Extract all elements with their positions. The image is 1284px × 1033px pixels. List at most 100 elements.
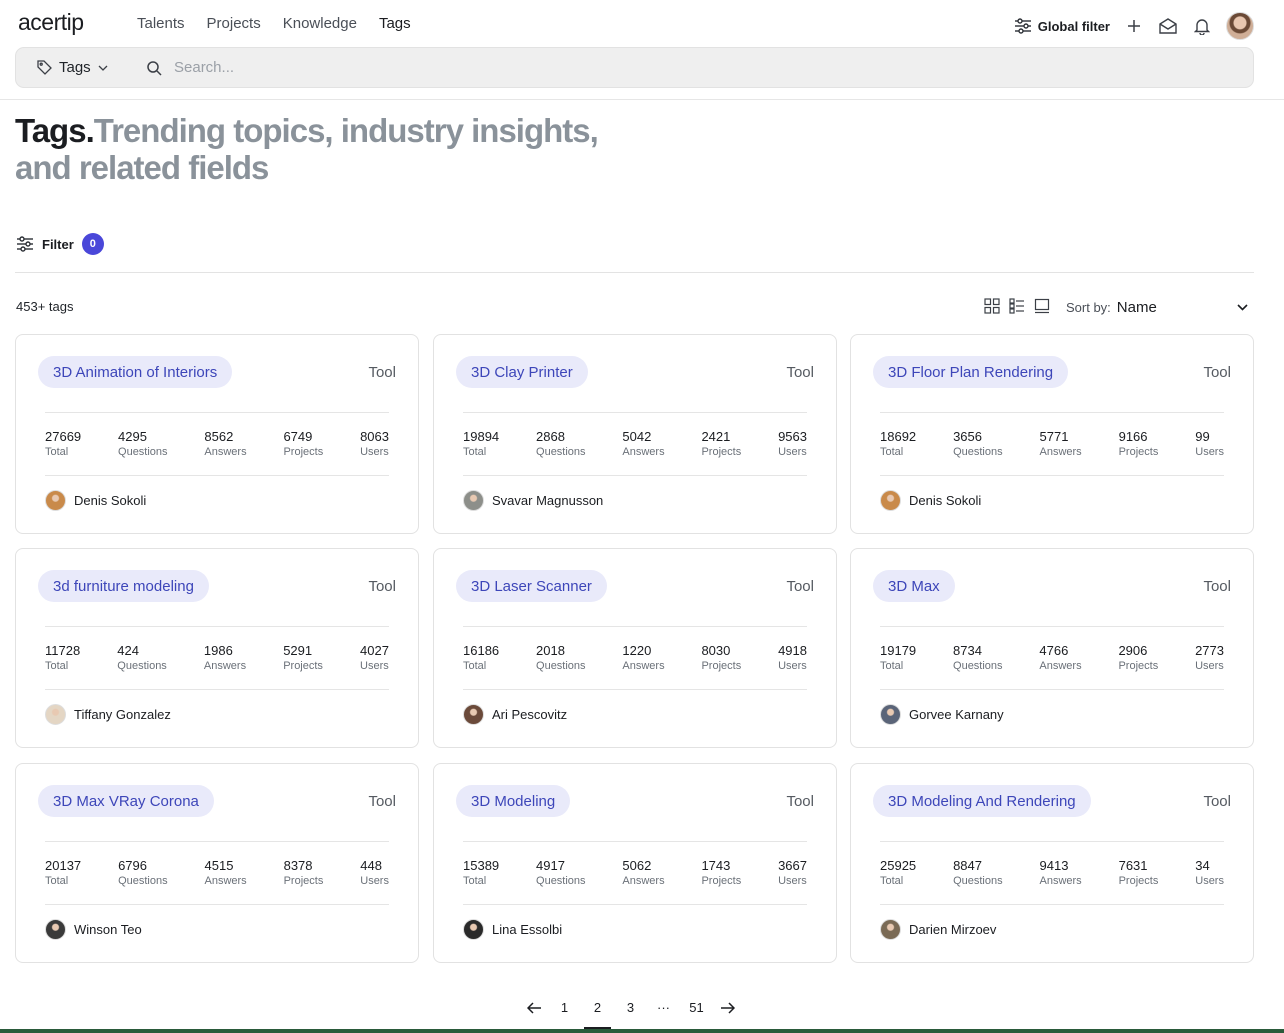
global-filter-button[interactable]: Global filter: [1014, 18, 1110, 34]
next-page-button[interactable]: [713, 1002, 741, 1014]
tag-pill[interactable]: 3D Modeling And Rendering: [873, 785, 1091, 817]
tag-card[interactable]: 3d furniture modeling Tool 11728 Total 4…: [15, 548, 419, 748]
tag-stats: 19179 Total 8734 Questions 4766 Answers …: [880, 643, 1224, 673]
stat-value: 9413: [1039, 858, 1069, 873]
stat-questions: 2018 Questions: [536, 643, 586, 673]
stat-questions: 4295 Questions: [118, 429, 168, 459]
divider: [45, 475, 389, 476]
tag-owner[interactable]: Ari Pescovitz: [463, 704, 567, 725]
nav-projects[interactable]: Projects: [207, 15, 261, 32]
stat-total: 18692 Total: [880, 429, 916, 459]
search-input[interactable]: [174, 59, 774, 76]
tag-stats: 25925 Total 8847 Questions 9413 Answers …: [880, 858, 1224, 888]
list-view-icon[interactable]: [1009, 298, 1025, 314]
stat-label: Projects: [1118, 660, 1159, 672]
tag-card[interactable]: 3D Max VRay Corona Tool 20137 Total 6796…: [15, 763, 419, 963]
grid-view-icon[interactable]: [984, 298, 1000, 314]
tag-owner[interactable]: Denis Sokoli: [45, 490, 146, 511]
stat-label: Questions: [536, 660, 586, 672]
tag-owner[interactable]: Gorvee Karnany: [880, 704, 1004, 725]
nav-talents[interactable]: Talents: [137, 15, 185, 32]
avatar: [880, 490, 901, 511]
stat-label: Projects: [1118, 446, 1159, 458]
card-view-icon[interactable]: [1034, 298, 1050, 314]
tag-card[interactable]: 3D Modeling Tool 15389 Total 4917 Questi…: [433, 763, 837, 963]
notifications-button[interactable]: [1192, 16, 1212, 36]
tag-pill[interactable]: 3D Animation of Interiors: [38, 356, 233, 388]
page-ellipsis: ···: [657, 1000, 670, 1015]
stat-value: 4515: [204, 858, 234, 873]
tag-card[interactable]: 3D Floor Plan Rendering Tool 18692 Total…: [850, 334, 1254, 534]
stat-value: 1220: [622, 643, 652, 658]
tag-pill[interactable]: 3D Modeling: [456, 785, 571, 817]
page-button[interactable]: 3: [614, 997, 647, 1019]
tag-type: Tool: [1203, 578, 1231, 595]
tag-owner[interactable]: Svavar Magnusson: [463, 490, 603, 511]
avatar: [45, 490, 66, 511]
stat-label: Users: [360, 875, 389, 887]
divider: [463, 475, 807, 476]
logo[interactable]: acertip: [18, 9, 84, 36]
tag-pill[interactable]: 3D Floor Plan Rendering: [873, 356, 1069, 388]
stat-value: 99: [1195, 429, 1210, 444]
sort-dropdown[interactable]: Sort by: Name: [1066, 299, 1248, 316]
stat-projects: 6749 Projects: [283, 429, 323, 459]
stat-users: 2773 Users: [1195, 643, 1224, 673]
messages-button[interactable]: [1158, 16, 1178, 36]
tag-type: Tool: [786, 364, 814, 381]
page-button[interactable]: 51: [680, 997, 713, 1019]
tag-pill[interactable]: 3D Max VRay Corona: [38, 785, 214, 817]
tag-stats: 19894 Total 2868 Questions 5042 Answers …: [463, 429, 807, 459]
result-count: 453+ tags: [16, 299, 74, 314]
stat-value: 4918: [778, 643, 807, 658]
owner-name: Tiffany Gonzalez: [74, 707, 171, 722]
tag-owner[interactable]: Darien Mirzoev: [880, 919, 996, 940]
tag-owner[interactable]: Tiffany Gonzalez: [45, 704, 171, 725]
stat-label: Total: [45, 446, 69, 458]
stat-label: Users: [360, 446, 389, 458]
tag-owner[interactable]: Denis Sokoli: [880, 490, 981, 511]
prev-page-button[interactable]: [520, 1002, 548, 1014]
tag-card[interactable]: 3D Clay Printer Tool 19894 Total 2868 Qu…: [433, 334, 837, 534]
tag-pill[interactable]: 3D Clay Printer: [456, 356, 588, 388]
search-scope-dropdown[interactable]: Tags: [16, 59, 140, 76]
sort-value: Name: [1116, 299, 1157, 316]
user-avatar[interactable]: [1226, 12, 1254, 40]
global-filter-label: Global filter: [1037, 18, 1110, 34]
tag-pill[interactable]: 3D Max: [873, 570, 955, 602]
tag-pill[interactable]: 3D Laser Scanner: [456, 570, 607, 602]
stat-value: 9563: [778, 429, 807, 444]
stat-label: Answers: [622, 875, 665, 887]
avatar: [880, 919, 901, 940]
stat-users: 99 Users: [1195, 429, 1224, 459]
tag-owner[interactable]: Winson Teo: [45, 919, 142, 940]
divider: [45, 689, 389, 690]
stat-label: Answers: [204, 875, 247, 887]
tag-pill[interactable]: 3d furniture modeling: [38, 570, 209, 602]
page-button[interactable]: 1: [548, 997, 581, 1019]
sliders-icon: [1014, 18, 1031, 34]
filter-button[interactable]: Filter 0: [16, 233, 104, 255]
stat-value: 3656: [953, 429, 982, 444]
stat-projects: 1743 Projects: [701, 858, 741, 888]
stat-label: Users: [778, 446, 807, 458]
stat-value: 1743: [701, 858, 731, 873]
tag-card[interactable]: 3D Modeling And Rendering Tool 25925 Tot…: [850, 763, 1254, 963]
page-button-current[interactable]: 2: [581, 997, 614, 1029]
stat-value: 8378: [283, 858, 313, 873]
chevron-down-icon: [98, 65, 108, 71]
stat-label: Questions: [953, 446, 1003, 458]
stat-label: Answers: [1039, 446, 1082, 458]
mail-open-icon: [1159, 18, 1177, 34]
tag-card[interactable]: 3D Animation of Interiors Tool 27669 Tot…: [15, 334, 419, 534]
search-field: [140, 48, 1253, 87]
tag-card[interactable]: 3D Laser Scanner Tool 16186 Total 2018 Q…: [433, 548, 837, 748]
nav-knowledge[interactable]: Knowledge: [283, 15, 357, 32]
tag-card[interactable]: 3D Max Tool 19179 Total 8734 Questions 4…: [850, 548, 1254, 748]
tag-owner[interactable]: Lina Essolbi: [463, 919, 562, 940]
divider: [463, 412, 807, 413]
stat-label: Questions: [953, 875, 1003, 887]
add-button[interactable]: [1124, 16, 1144, 36]
stat-questions: 4917 Questions: [536, 858, 586, 888]
nav-tags[interactable]: Tags: [379, 15, 411, 32]
